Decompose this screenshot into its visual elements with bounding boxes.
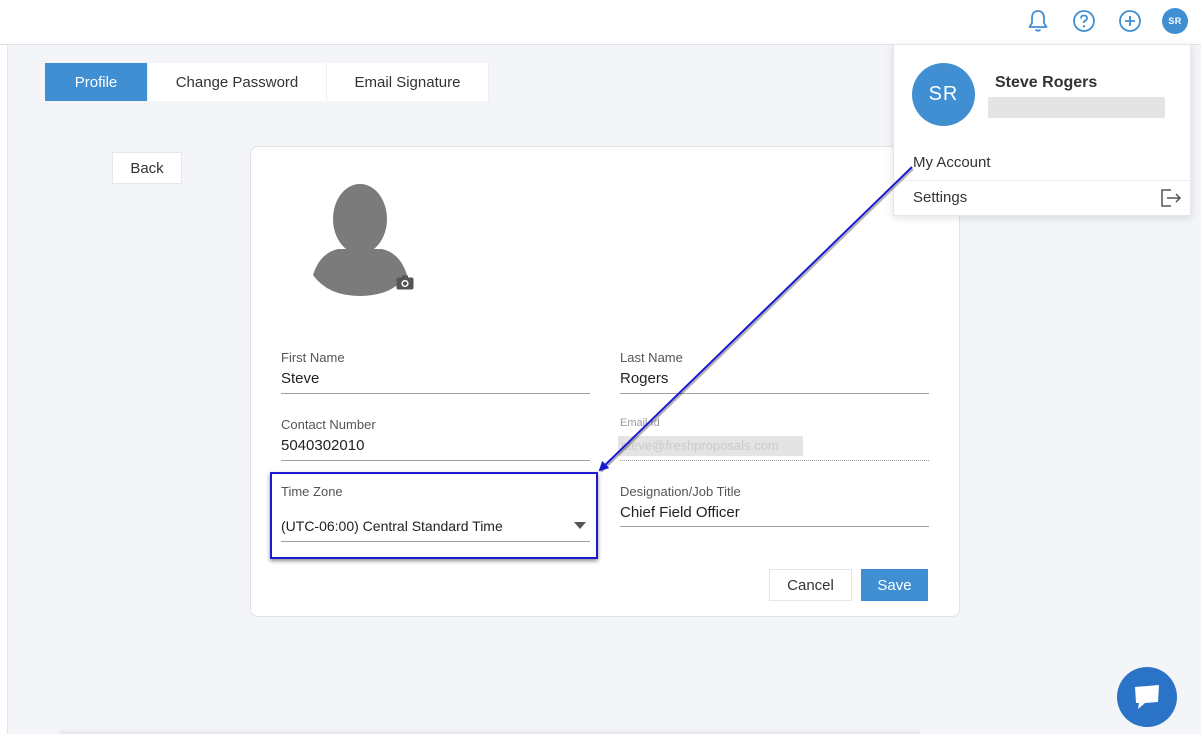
profile-tabs: Profile Change Password Email Signature	[45, 63, 489, 101]
left-rail	[0, 45, 8, 734]
menu-item-my-account[interactable]: My Account	[913, 154, 991, 171]
user-avatar-button[interactable]: SR	[1162, 8, 1188, 34]
user-email-blur	[988, 97, 1165, 118]
first-name-label: First Name	[281, 350, 345, 365]
contact-number-input[interactable]: 5040302010	[281, 437, 364, 454]
designation-input[interactable]: Chief Field Officer	[620, 504, 740, 521]
chat-icon	[1135, 685, 1159, 709]
contact-number-underline	[281, 460, 590, 461]
tab-profile[interactable]: Profile	[45, 63, 148, 101]
first-name-input[interactable]: Steve	[281, 370, 319, 387]
save-button[interactable]: Save	[861, 569, 928, 601]
tab-change-password[interactable]: Change Password	[148, 63, 327, 101]
user-menu-avatar: SR	[912, 63, 975, 126]
email-underline	[620, 460, 929, 461]
email-label: Email Id	[620, 417, 660, 429]
logout-icon[interactable]	[1160, 188, 1182, 208]
designation-underline	[620, 526, 929, 527]
bottom-shadow	[60, 728, 920, 734]
top-bar	[0, 0, 1201, 45]
add-icon[interactable]	[1117, 8, 1143, 34]
menu-divider	[893, 180, 1191, 181]
last-name-label: Last Name	[620, 350, 683, 365]
user-menu-name: Steve Rogers	[995, 74, 1098, 91]
time-zone-highlight-box	[270, 472, 598, 559]
camera-icon[interactable]	[396, 275, 414, 290]
first-name-underline	[281, 393, 590, 394]
bell-icon[interactable]	[1025, 8, 1051, 34]
designation-label: Designation/Job Title	[620, 484, 741, 499]
email-input: steve@freshproposals.com	[621, 438, 779, 453]
last-name-input[interactable]: Rogers	[620, 370, 668, 387]
contact-number-label: Contact Number	[281, 417, 376, 432]
help-icon[interactable]	[1071, 8, 1097, 34]
menu-item-settings[interactable]: Settings	[913, 189, 967, 206]
cancel-button[interactable]: Cancel	[769, 569, 852, 601]
last-name-underline	[620, 393, 929, 394]
tab-email-signature[interactable]: Email Signature	[327, 63, 489, 101]
chat-button[interactable]	[1117, 667, 1177, 727]
back-button[interactable]: Back	[112, 152, 182, 184]
